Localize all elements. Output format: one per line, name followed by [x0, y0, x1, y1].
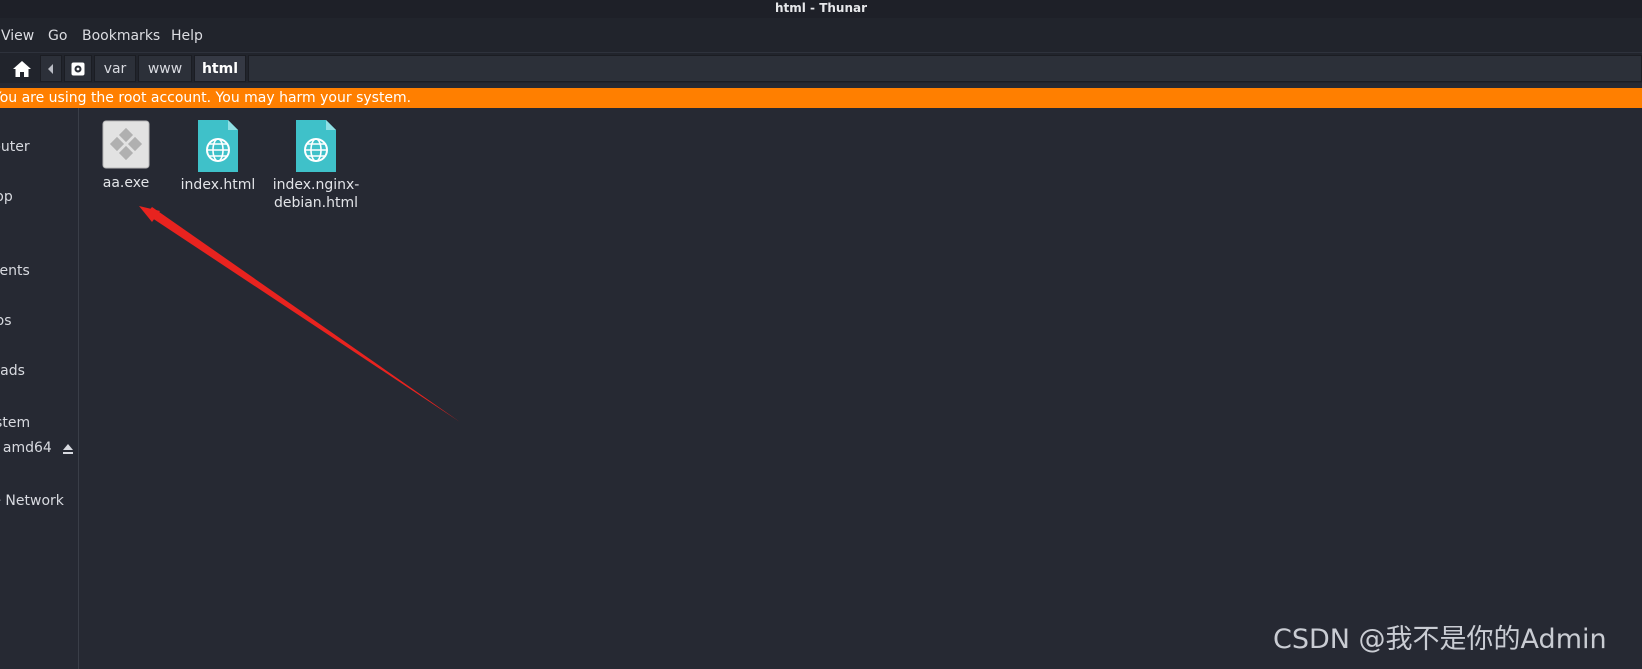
watermark: CSDN @我不是你的Admin [1273, 624, 1607, 655]
annotation-arrow [139, 206, 460, 422]
